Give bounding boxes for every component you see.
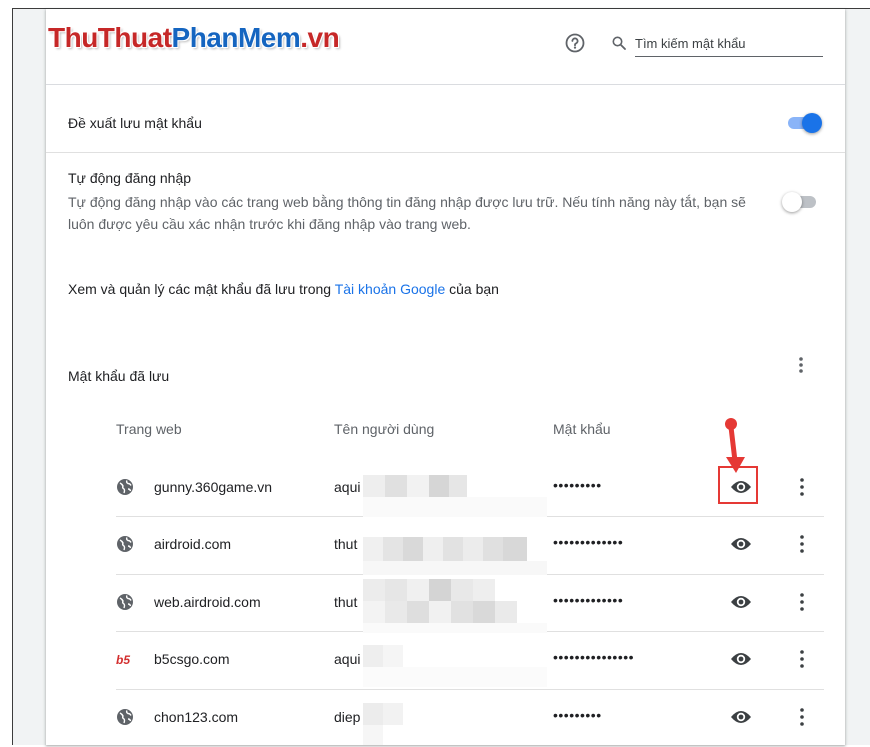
manage-prefix: Xem và quản lý các mật khẩu đã lưu trong	[68, 281, 335, 297]
masked-password: •••••••••	[553, 477, 602, 493]
auto-signin-toggle[interactable]	[782, 192, 818, 212]
site-name[interactable]: airdroid.com	[154, 536, 231, 552]
search-passwords-input[interactable]	[635, 30, 823, 57]
globe-icon	[117, 709, 133, 725]
show-password-eye-icon[interactable]	[730, 536, 752, 552]
show-password-eye-icon[interactable]	[730, 709, 752, 725]
username: aqui	[334, 479, 361, 495]
site-name[interactable]: gunny.360game.vn	[154, 479, 272, 495]
search-icon	[612, 36, 626, 50]
username-redaction-mosaic	[363, 475, 547, 745]
column-header-password: Mật khẩu	[553, 421, 611, 437]
masked-password: •••••••••••••••	[553, 649, 635, 665]
globe-icon	[117, 536, 133, 552]
saved-passwords-menu-icon[interactable]	[791, 355, 811, 375]
row-more-actions-icon[interactable]	[792, 648, 812, 670]
site-name[interactable]: chon123.com	[154, 709, 238, 725]
show-password-eye-icon[interactable]	[730, 594, 752, 610]
manage-passwords-text: Xem và quản lý các mật khẩu đã lưu trong…	[68, 281, 499, 297]
row-more-actions-icon[interactable]	[792, 706, 812, 728]
site-name[interactable]: web.airdroid.com	[154, 594, 261, 610]
auto-signin-description: Tự động đăng nhập vào các trang web bằng…	[68, 194, 746, 232]
site-name[interactable]: b5csgo.com	[154, 651, 229, 667]
annotation-highlight-box	[718, 466, 758, 504]
row-more-actions-icon[interactable]	[792, 591, 812, 613]
show-password-eye-icon[interactable]	[730, 651, 752, 667]
column-header-username: Tên người dùng	[334, 421, 435, 437]
svg-text:b5: b5	[116, 653, 130, 667]
username: aqui	[334, 651, 361, 667]
username: diep	[334, 709, 361, 725]
offer-save-divider	[46, 152, 845, 153]
auto-signin-title: Tự động đăng nhập	[68, 170, 192, 186]
row-more-actions-icon[interactable]	[792, 533, 812, 555]
offer-save-toggle[interactable]	[786, 113, 822, 133]
row-more-actions-icon[interactable]	[792, 476, 812, 498]
globe-icon	[117, 479, 133, 495]
manage-suffix: của bạn	[445, 281, 499, 297]
masked-password: •••••••••••••	[553, 534, 624, 550]
globe-icon	[117, 594, 133, 610]
b5-favicon-icon: b5	[116, 653, 130, 667]
column-header-site: Trang web	[116, 421, 182, 437]
offer-save-label: Đề xuất lưu mật khẩu	[68, 115, 202, 131]
header-divider	[46, 84, 845, 85]
help-icon[interactable]	[565, 33, 585, 53]
username: thut	[334, 536, 358, 552]
masked-password: •••••••••	[553, 707, 602, 723]
username: thut	[334, 594, 358, 610]
masked-password: •••••••••••••	[553, 592, 624, 608]
saved-passwords-title: Mật khẩu đã lưu	[68, 368, 170, 384]
google-account-link[interactable]: Tài khoản Google	[335, 281, 446, 297]
watermark-logo: ThuThuatPhanMem.vn	[48, 22, 340, 53]
